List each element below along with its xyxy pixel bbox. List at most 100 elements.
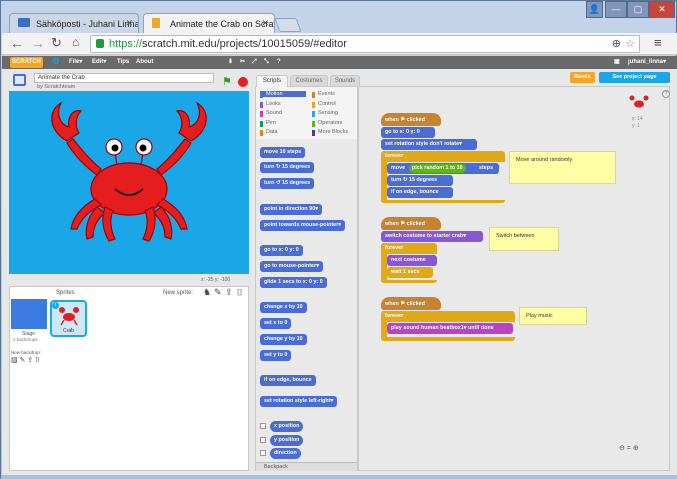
zoom-icon[interactable]: ⊕ bbox=[612, 36, 621, 52]
edit-menu[interactable]: Edit▾ bbox=[92, 56, 106, 69]
user-icon[interactable]: 👤 bbox=[586, 1, 603, 18]
palette-block[interactable]: if on edge, bounce bbox=[260, 375, 316, 386]
when-flag-clicked-block[interactable]: when ⚑ clicked bbox=[381, 217, 441, 230]
comment-play-music[interactable]: Play music bbox=[519, 307, 587, 325]
palette-block[interactable]: move 10 steps bbox=[260, 147, 306, 158]
stage-canvas[interactable] bbox=[9, 91, 249, 274]
sprite-y: y: 1 bbox=[632, 123, 641, 129]
pick-random-block[interactable]: pick random 1 to 10 bbox=[409, 164, 466, 173]
palette-block[interactable]: x position bbox=[270, 421, 304, 432]
help-icon[interactable]: ? bbox=[662, 90, 670, 98]
fullscreen-icon[interactable] bbox=[13, 74, 26, 86]
palette-block[interactable]: turn ↻ 15 degrees bbox=[260, 162, 315, 173]
switch-costume-block[interactable]: switch costume to starter crab▾ bbox=[381, 231, 483, 242]
category-sensing[interactable]: Sensing bbox=[312, 110, 338, 117]
sprite-library-icon[interactable]: ♞ bbox=[203, 287, 211, 298]
new-tab-button[interactable] bbox=[274, 18, 302, 32]
palette-block[interactable]: change y by 10 bbox=[260, 334, 307, 345]
palette-block[interactable]: set x to 0 bbox=[260, 318, 292, 329]
palette-block[interactable]: direction bbox=[270, 448, 301, 459]
tab-scripts[interactable]: Scripts bbox=[256, 75, 288, 87]
project-title-input[interactable]: Animate the Crab bbox=[34, 73, 214, 83]
duplicate-icon[interactable]: ⬇ bbox=[228, 56, 233, 69]
stage-thumbnail[interactable] bbox=[11, 299, 47, 329]
palette-block[interactable]: glide 1 secs to x: 0 y: 0 bbox=[260, 277, 327, 288]
set-rotation-style-block[interactable]: set rotation style don't rotate▾ bbox=[381, 139, 477, 150]
back-icon[interactable]: ← bbox=[10, 35, 24, 51]
cut-icon[interactable]: ✂ bbox=[240, 56, 245, 69]
maximize-button[interactable]: ▢ bbox=[627, 1, 649, 18]
tab-sounds[interactable]: Sounds bbox=[330, 75, 360, 87]
palette-block[interactable]: go to mouse-pointer▾ bbox=[260, 261, 323, 272]
wait-block[interactable]: wait 1 secs bbox=[387, 267, 433, 278]
category-motion[interactable]: Motion bbox=[260, 91, 306, 98]
help-icon[interactable]: ? bbox=[277, 56, 281, 69]
comment-move-randomly[interactable]: Move around randomly bbox=[509, 151, 616, 184]
reload-icon[interactable]: ↻ bbox=[51, 35, 62, 51]
backpack-bar[interactable]: Backpack bbox=[256, 462, 357, 471]
checkbox[interactable] bbox=[260, 423, 266, 429]
grow-icon[interactable]: ⤢ bbox=[252, 56, 257, 69]
comment-switch-between[interactable]: Switch between bbox=[489, 227, 559, 251]
category-operators[interactable]: Operators bbox=[312, 120, 342, 127]
camera-icon[interactable]: ⌷ bbox=[237, 287, 242, 298]
paint-icon[interactable]: ✎ bbox=[214, 287, 222, 298]
category-looks[interactable]: Looks bbox=[260, 101, 281, 108]
scratch-logo[interactable]: SCRATCH bbox=[10, 57, 43, 68]
palette-block[interactable]: point in direction 90▾ bbox=[260, 204, 322, 215]
palette-block[interactable]: set rotation style left-right▾ bbox=[260, 396, 338, 407]
window-bottom-border bbox=[1, 475, 677, 479]
sprite-tile-crab[interactable]: i Crab bbox=[50, 300, 87, 337]
file-menu[interactable]: File▾ bbox=[69, 56, 82, 69]
category-more-blocks[interactable]: More Blocks bbox=[312, 129, 348, 136]
folder-icon[interactable]: ▣ bbox=[614, 56, 620, 69]
upload-icon[interactable]: ⇪ bbox=[225, 287, 233, 298]
goto-xy-block[interactable]: go to x: 0 y: 0 bbox=[381, 127, 435, 138]
address-bar[interactable]: https://scratch.mit.edu/projects/1001505… bbox=[90, 35, 640, 53]
when-flag-clicked-block[interactable]: when ⚑ clicked bbox=[381, 297, 441, 310]
star-icon[interactable]: ☆ bbox=[625, 36, 635, 52]
see-project-page-button[interactable]: See project page bbox=[599, 72, 670, 83]
move-block[interactable]: move pick random 1 to 10 steps bbox=[387, 163, 499, 174]
palette-block[interactable]: point towards mouse-pointer▾ bbox=[260, 220, 345, 231]
home-icon[interactable]: ⌂ bbox=[72, 35, 79, 49]
close-tab-icon[interactable]: ✕ bbox=[261, 18, 269, 29]
palette-block[interactable]: go to x: 0 y: 0 bbox=[260, 245, 303, 256]
bounce-block[interactable]: if on edge, bounce bbox=[387, 187, 453, 198]
remix-button[interactable]: Remix bbox=[570, 72, 595, 83]
close-tab-icon[interactable]: ✕ bbox=[125, 18, 133, 29]
checkbox[interactable] bbox=[260, 437, 266, 443]
turn-block[interactable]: turn ↻ 15 degrees bbox=[387, 175, 453, 186]
forward-icon[interactable]: → bbox=[31, 35, 45, 51]
minimize-button[interactable]: — bbox=[605, 1, 627, 18]
username[interactable]: juhani_linna▾ bbox=[628, 56, 666, 69]
category-events[interactable]: Events bbox=[312, 91, 335, 98]
category-sound[interactable]: Sound bbox=[260, 110, 282, 117]
backdrop-tools-icon[interactable]: ▨ ✎ ⇪ ⌷ bbox=[11, 356, 39, 365]
checkbox[interactable] bbox=[260, 450, 266, 456]
zoom-controls[interactable]: ⊖ = ⊕ bbox=[619, 444, 639, 452]
tab-scratch[interactable]: Animate the Crab on Scratch ✕ bbox=[143, 13, 275, 33]
when-flag-clicked-block[interactable]: when ⚑ clicked bbox=[381, 113, 441, 126]
play-sound-block[interactable]: play sound human beatbox1▾ until done bbox=[387, 323, 513, 334]
shrink-icon[interactable]: ⤡ bbox=[264, 56, 269, 69]
menu-icon[interactable]: ≡ bbox=[654, 35, 662, 50]
globe-icon[interactable]: 🌐 bbox=[52, 56, 59, 69]
stop-icon[interactable] bbox=[238, 77, 248, 87]
green-flag-icon[interactable]: ⚑ bbox=[222, 75, 232, 88]
category-control[interactable]: Control bbox=[312, 101, 336, 108]
about-menu[interactable]: About bbox=[136, 56, 153, 69]
category-data[interactable]: Data bbox=[260, 129, 278, 136]
palette-block[interactable]: y position bbox=[270, 435, 304, 446]
palette-header: Scripts Costumes Sounds Motion Events Look… bbox=[256, 75, 360, 139]
tips-menu[interactable]: Tips bbox=[117, 56, 129, 69]
palette-block[interactable]: set y to 0 bbox=[260, 350, 292, 361]
tab-email[interactable]: Sähköposti - Juhani Linna ✕ bbox=[9, 13, 139, 33]
category-pen[interactable]: Pen bbox=[260, 120, 276, 127]
tab-costumes[interactable]: Costumes bbox=[290, 75, 328, 87]
palette-block[interactable]: turn ↺ 15 degrees bbox=[260, 178, 315, 189]
crab-sprite[interactable] bbox=[9, 91, 249, 274]
close-window-button[interactable]: ✕ bbox=[649, 1, 675, 18]
next-costume-block[interactable]: next costume bbox=[387, 255, 437, 266]
palette-block[interactable]: change x by 10 bbox=[260, 302, 307, 313]
